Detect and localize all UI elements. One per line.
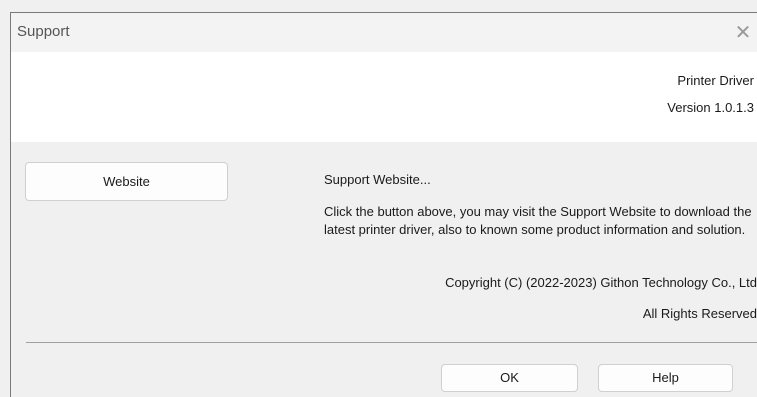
support-description: Click the button above, you may visit th…: [324, 204, 752, 237]
ok-button[interactable]: OK: [441, 364, 578, 392]
title-bar[interactable]: Support ✕: [11, 13, 757, 52]
product-name: Printer Driver: [677, 73, 754, 88]
website-button[interactable]: Website: [25, 162, 228, 201]
window-title: Support: [17, 23, 70, 40]
header-panel: Printer Driver Version 1.0.1.3: [11, 52, 757, 142]
close-icon[interactable]: ✕: [729, 19, 757, 47]
help-button[interactable]: Help: [598, 364, 733, 392]
support-heading: Support Website...: [324, 172, 431, 187]
product-version: Version 1.0.1.3: [667, 100, 754, 115]
support-dialog: Support ✕ Printer Driver Version 1.0.1.3…: [10, 12, 757, 397]
rights-text: All Rights Reserved: [642, 306, 757, 321]
copyright-text: Copyright (C) (2022-2023) Githon Technol…: [445, 275, 757, 290]
footer-separator: [26, 342, 757, 343]
